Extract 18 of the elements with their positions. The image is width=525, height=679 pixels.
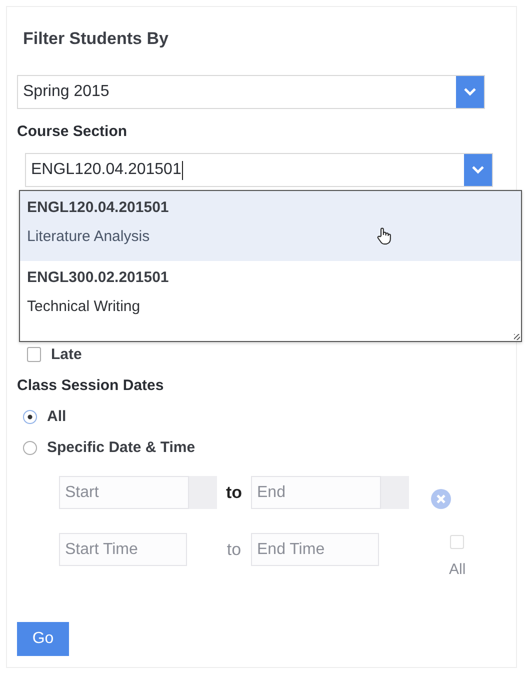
checkbox-label: Late [51,346,82,363]
radio-label: Specific Date & Time [47,439,196,456]
range-separator: to [224,482,244,502]
field-label: Course Section [17,123,128,140]
range-separator: to [226,540,242,560]
hand-cursor-icon [376,227,392,245]
course-name: Technical Writing [27,298,140,315]
dropdown-option[interactable]: ENGL300.02.201501 Technical Writing [20,261,521,331]
resize-handle[interactable] [514,334,520,340]
radio-label: All [47,408,66,425]
course-code: ENGL300.02.201501 [27,269,170,286]
checkbox-label: All [449,561,466,578]
checkbox[interactable] [27,347,41,362]
course-name: Literature Analysis [27,228,150,245]
dropdown-option[interactable]: ENGL120.04.201501 Literature Analysis [20,191,521,261]
section-label: Class Session Dates [17,377,165,394]
panel-title: Filter Students By [23,29,170,49]
course-code: ENGL120.04.201501 [27,199,170,216]
